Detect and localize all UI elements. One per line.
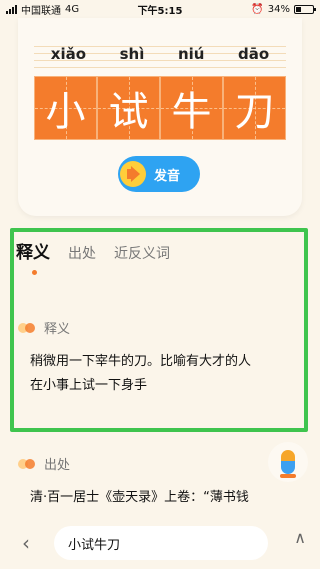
section-dots-icon — [18, 458, 36, 469]
source-header: 出处 — [18, 454, 70, 473]
tab-definition[interactable]: 释义 — [16, 238, 50, 263]
pronounce-button[interactable]: 发音 — [118, 156, 200, 192]
alarm-icon: ⏰ — [251, 3, 264, 15]
idiom-character: 小 — [45, 89, 86, 135]
scroll-up-button[interactable]: ∧ — [294, 528, 306, 547]
source-title: 出处 — [44, 458, 71, 473]
tab-synonyms[interactable]: 近反义词 — [114, 243, 170, 263]
definition-text: 稍微用一下宰牛的刀。比喻有大才的人 在小事上试一下身手 — [30, 350, 298, 398]
pinyin-syllable: niú — [177, 45, 205, 63]
source-text: 清·百一居士《壶天录》上卷：“薄书钱 — [30, 490, 249, 505]
back-button[interactable]: ‹ — [22, 532, 36, 554]
status-right: ⏰ 34% — [251, 3, 316, 15]
idiom-character: 牛 — [171, 89, 212, 135]
pinyin-syllable: shì — [119, 45, 145, 63]
active-tab-indicator — [32, 270, 37, 275]
character-box: 刀 — [223, 76, 286, 140]
definition-header: 释义 — [18, 318, 70, 337]
definition-line: 稍微用一下宰牛的刀。比喻有大才的人 — [30, 354, 252, 369]
definition-line: 在小事上试一下身手 — [30, 378, 148, 393]
character-box: 牛 — [160, 76, 223, 140]
search-input[interactable]: 小试牛刀 — [54, 526, 268, 560]
battery-percent: 34% — [267, 3, 290, 15]
microphone-icon — [281, 450, 295, 474]
speaker-icon — [120, 161, 146, 187]
definition-title: 释义 — [44, 322, 71, 337]
character-box: 试 — [97, 76, 160, 140]
character-box: 小 — [34, 76, 97, 140]
tab-source[interactable]: 出处 — [68, 243, 96, 263]
pronounce-label: 发音 — [154, 168, 181, 184]
pinyin-row: xiǎo shì niú dāo — [34, 40, 286, 68]
idiom-card: xiǎo shì niú dāo 小 试 牛 刀 发音 — [18, 18, 302, 216]
pinyin-syllable: dāo — [238, 45, 270, 63]
status-bar: 中国联通 4G 下午5:15 ⏰ 34% — [0, 0, 320, 18]
character-row: 小 试 牛 刀 — [34, 76, 286, 140]
voice-input-button[interactable] — [268, 442, 308, 482]
bottom-bar: ‹ 小试牛刀 ∧ — [0, 522, 320, 569]
idiom-character: 刀 — [234, 89, 275, 135]
microphone-base — [280, 474, 296, 478]
battery-icon — [294, 4, 316, 14]
pinyin-syllable: xiǎo — [50, 45, 87, 63]
idiom-character: 试 — [108, 89, 149, 135]
section-dots-icon — [18, 322, 36, 333]
tab-bar: 释义 出处 近反义词 — [16, 238, 170, 263]
